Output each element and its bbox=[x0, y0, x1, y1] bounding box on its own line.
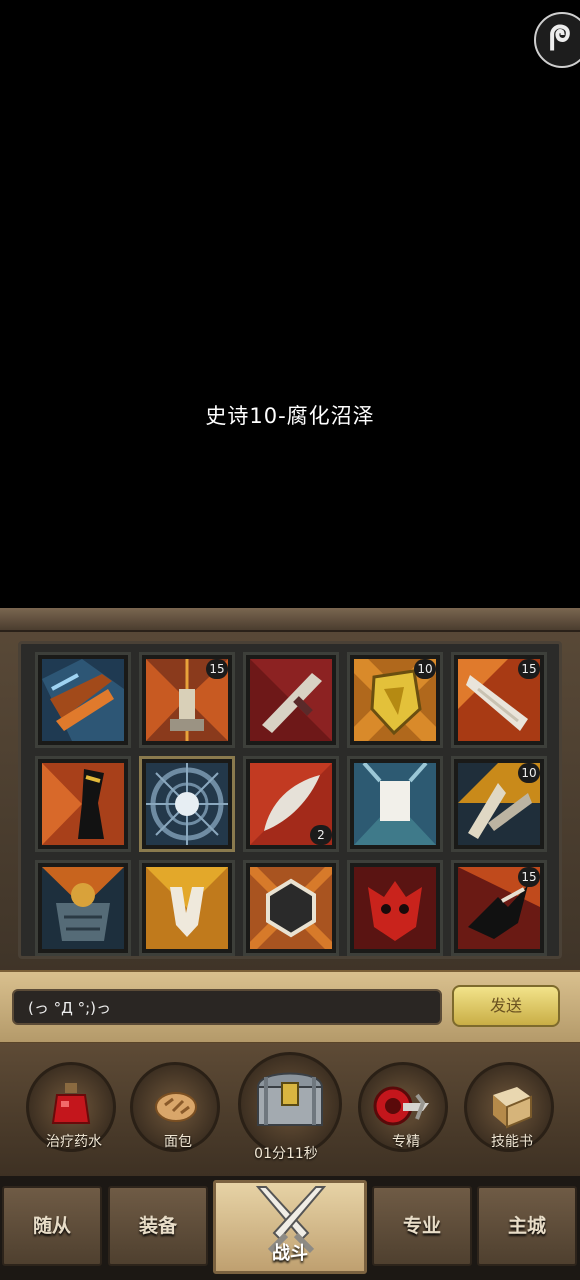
panel-top-edge bbox=[0, 608, 580, 632]
stage-title: 史诗10-腐化沼泽 bbox=[205, 404, 375, 428]
dual-blade-skill-icon bbox=[42, 659, 124, 741]
skill-slot[interactable] bbox=[243, 652, 339, 748]
chest-timer: 01分11秒 bbox=[254, 1146, 318, 1162]
treasure-chest-icon bbox=[256, 1072, 324, 1126]
bread-icon bbox=[155, 1092, 197, 1122]
specialization-axe-icon bbox=[373, 1086, 429, 1126]
stack-count: 10 bbox=[414, 659, 436, 679]
tab-followers[interactable]: 随从 bbox=[2, 1186, 102, 1266]
skill-slot[interactable] bbox=[35, 756, 131, 852]
skill-book-button[interactable]: 技能书 bbox=[464, 1062, 554, 1152]
battle-scene: 史诗10-腐化沼泽 ᖘ bbox=[0, 0, 580, 608]
health-potion-icon bbox=[51, 1083, 91, 1124]
cauldron-skill-icon bbox=[42, 867, 124, 949]
stack-count: 10 bbox=[518, 763, 540, 783]
claw-skill-icon bbox=[146, 867, 228, 949]
skill-slot[interactable] bbox=[243, 860, 339, 956]
stack-count: 2 bbox=[310, 825, 332, 845]
tab-equipment[interactable]: 装备 bbox=[108, 1186, 208, 1266]
dark-banner-skill-icon bbox=[42, 763, 124, 845]
skill-slot[interactable] bbox=[139, 860, 235, 956]
skill-slot[interactable]: 15 bbox=[451, 860, 547, 956]
skill-slot[interactable] bbox=[347, 860, 443, 956]
sword-shield-skill-icon bbox=[250, 659, 332, 741]
stack-count: 15 bbox=[518, 867, 540, 887]
skill-book-icon bbox=[493, 1087, 532, 1129]
skill-slot[interactable]: 10 bbox=[347, 652, 443, 748]
treasure-chest-button[interactable]: 01分11秒 bbox=[238, 1052, 342, 1162]
stack-count: 15 bbox=[518, 659, 540, 679]
chat-input[interactable] bbox=[12, 989, 442, 1025]
skill-slot[interactable]: 15 bbox=[139, 652, 235, 748]
skill-slot[interactable]: 10 bbox=[451, 756, 547, 852]
specialization-button[interactable]: 专精 bbox=[358, 1062, 448, 1152]
menu-icon: ᖘ bbox=[549, 19, 571, 59]
skill-slot[interactable]: 2 bbox=[243, 756, 339, 852]
skill-slot[interactable] bbox=[139, 756, 235, 852]
health-potion-button[interactable]: 治疗药水 bbox=[26, 1062, 116, 1152]
skill-slot[interactable]: 15 bbox=[451, 652, 547, 748]
skill-slot[interactable] bbox=[347, 756, 443, 852]
menu-button[interactable]: ᖘ bbox=[534, 12, 580, 68]
tab-profession[interactable]: 专业 bbox=[372, 1186, 472, 1266]
bread-button[interactable]: 面包 bbox=[130, 1062, 220, 1152]
send-button[interactable]: 发送 bbox=[452, 985, 560, 1027]
white-banner-skill-icon bbox=[354, 763, 436, 845]
tab-battle[interactable]: 战斗 bbox=[213, 1180, 367, 1274]
radiant-orb-skill-icon bbox=[146, 763, 228, 845]
skill-slot[interactable] bbox=[35, 652, 131, 748]
hexagon-shield-skill-icon bbox=[250, 867, 332, 949]
tab-main-city[interactable]: 主城 bbox=[477, 1186, 577, 1266]
tab-label: 战斗 bbox=[272, 1243, 308, 1264]
action-label: 技能书 bbox=[491, 1134, 533, 1150]
skill-grid: 15 10 15 2 10 15 bbox=[18, 641, 562, 959]
stack-count: 15 bbox=[206, 659, 228, 679]
skill-slot[interactable] bbox=[35, 860, 131, 956]
demon-mask-skill-icon bbox=[354, 867, 436, 949]
